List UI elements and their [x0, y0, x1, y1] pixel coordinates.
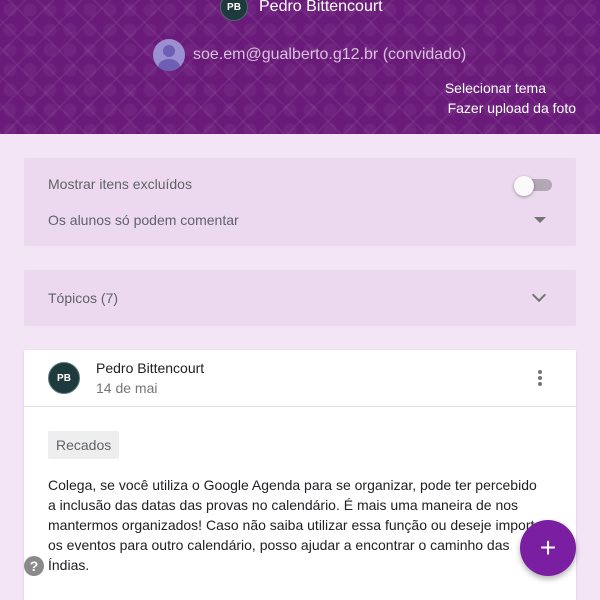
help-button[interactable]: ?: [24, 556, 44, 576]
kebab-dot: [538, 376, 542, 380]
author-avatar: PB: [48, 362, 80, 394]
more-options-icon[interactable]: [530, 368, 550, 388]
class-logo: PB: [220, 0, 248, 21]
select-theme-link[interactable]: Selecionar tema: [445, 80, 546, 96]
avatar-shoulders: [158, 59, 180, 71]
dropdown-arrow-icon[interactable]: [534, 217, 546, 223]
user-avatar-icon: [153, 39, 185, 71]
post-date[interactable]: 14 de mai: [96, 380, 157, 396]
upload-photo-link[interactable]: Fazer upload da foto: [448, 100, 576, 116]
kebab-dot: [538, 382, 542, 386]
comment-permission-select[interactable]: Os alunos só podem comentar: [48, 212, 239, 228]
show-deleted-toggle[interactable]: [514, 176, 552, 196]
stream-settings-panel: Mostrar itens excluídos Os alunos só pod…: [24, 158, 576, 246]
class-title-row: PB Pedro Bittencourt: [220, 0, 383, 22]
guest-account-row: soe.em@gualberto.g12.br (convidado): [153, 39, 466, 71]
post-header: PB Pedro Bittencourt 14 de mai: [24, 350, 576, 407]
avatar-head: [163, 45, 175, 57]
post-card: PB Pedro Bittencourt 14 de mai Recados C…: [24, 350, 576, 600]
topic-chip[interactable]: Recados: [48, 431, 120, 459]
post-body: Colega, se você utiliza o Google Agenda …: [48, 477, 547, 573]
topics-label: Tópicos (7): [48, 290, 119, 306]
post-author: Pedro Bittencourt: [96, 360, 205, 376]
kebab-dot: [538, 370, 542, 374]
class-name: Pedro Bittencourt: [259, 0, 383, 15]
toggle-thumb: [514, 176, 534, 196]
topics-panel[interactable]: Tópicos (7): [24, 270, 576, 326]
chevron-down-icon[interactable]: [531, 287, 547, 303]
guest-email: soe.em@gualberto.g12.br (convidado): [193, 46, 467, 63]
show-deleted-label: Mostrar itens excluídos: [48, 176, 192, 192]
plus-icon: +: [539, 532, 557, 563]
add-post-button[interactable]: +: [520, 520, 576, 576]
class-banner: PB Pedro Bittencourt soe.em@gualberto.g1…: [0, 0, 600, 134]
help-icon: ?: [29, 558, 39, 574]
